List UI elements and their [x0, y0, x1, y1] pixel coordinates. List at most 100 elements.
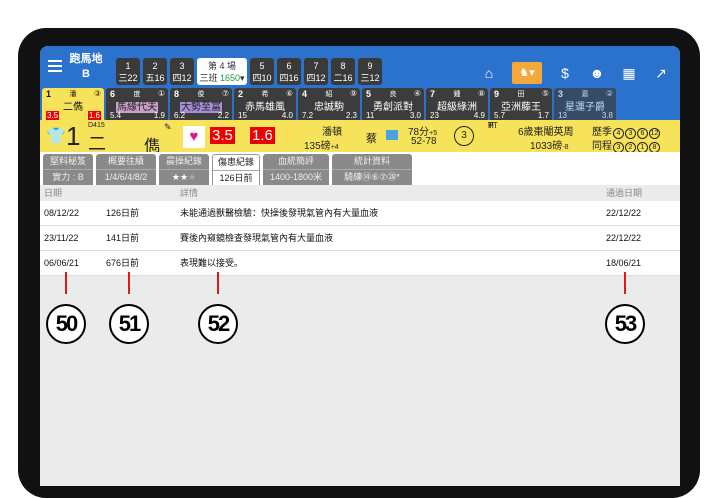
place-odds: 1.7: [537, 111, 549, 120]
detail: 表現難以接受。: [180, 258, 244, 268]
tab-title: 堅料秘笈: [43, 154, 93, 170]
jockey-name: 潘頓: [322, 127, 342, 138]
age-origin: 6歲棗閹英周: [518, 127, 574, 138]
tab-injury[interactable]: 傷患紀錄 126日前: [212, 154, 260, 185]
home-icon[interactable]: ⌂: [480, 65, 498, 81]
favorite-heart-icon[interactable]: ♥: [183, 126, 205, 148]
race-class: 四: [252, 73, 262, 83]
trainer-name: 蔡: [366, 133, 377, 145]
place-odds: 2.3: [345, 111, 357, 120]
race-button[interactable]: 6 四16: [277, 58, 301, 85]
horse-tab[interactable]: 6 度 ① 馬緣代夫 5.4 1.9: [106, 88, 168, 120]
race-dist: 16: [288, 73, 299, 83]
horse-name: 勇創派對: [373, 102, 413, 113]
horse-tab[interactable]: 7 鍾 ⑧ 超級綠洲 23 4.9: [426, 88, 488, 120]
horse-name: 超級綠洲: [437, 102, 477, 113]
race-button[interactable]: 7 四12: [304, 58, 328, 85]
race-class: 二: [333, 73, 343, 83]
race-no: 2: [152, 61, 158, 71]
header-date: 日期: [44, 188, 63, 198]
horse-code: D415: [88, 122, 105, 129]
edit-icon[interactable]: ✎: [164, 122, 172, 133]
horse-tab[interactable]: 2 希 ⑥ 赤馬雄風 15 4.0: [234, 88, 296, 120]
race-dist: 12: [181, 73, 192, 83]
annotation-marker: 53: [605, 304, 645, 344]
race-no: 6: [286, 61, 292, 71]
place-odds: 4.9: [473, 111, 485, 120]
horse-name: 赤馬雄風: [245, 102, 285, 113]
horse-number: 1: [66, 121, 81, 151]
race-button[interactable]: 9 三12: [358, 58, 382, 85]
race-class: 四: [279, 73, 289, 83]
tab-past-performance[interactable]: 概要往績 1/4/6/4/8/2: [96, 154, 156, 185]
race-class: 三班: [199, 73, 218, 83]
race-dist: 10: [261, 73, 272, 83]
pass-date: 22/12/22: [606, 208, 642, 218]
horse-tab[interactable]: 4 紹 ⑨ 忠誠駒 7.2 2.3: [298, 88, 360, 120]
race-button[interactable]: 5 四10: [250, 58, 274, 85]
race-button[interactable]: 1 三22: [116, 58, 140, 85]
date: 08/12/22: [44, 208, 80, 218]
race-button[interactable]: 2 五16: [143, 58, 167, 85]
tab-sub: 126日前: [219, 173, 253, 183]
detail-tabs: 堅料秘笈 實力 : B 概要往績 1/4/6/4/8/2 晨操紀錄 ★★★ 傷患紀錄 1…: [40, 152, 680, 185]
odds-icon[interactable]: $: [556, 65, 574, 81]
horse-tab[interactable]: 9 田 ⑤ 亞洲藤王 5.7 1.7: [490, 88, 552, 120]
jockey-icon[interactable]: ☻: [588, 65, 606, 81]
tab-sub: 騎練⑭⑥⑦㉘*: [344, 172, 400, 182]
annotation-line: [128, 272, 130, 294]
tab-title: 晨操紀錄: [159, 154, 209, 170]
draw: ⑤: [541, 89, 549, 98]
draw: ⑥: [285, 89, 293, 98]
table-row: 23/11/22 141日前 賽後內窺鏡檢查發現氣管內有大量血液 22/12/22: [40, 226, 680, 251]
horse-tab[interactable]: 5 良 ④ 勇創派對 11 3.0: [362, 88, 424, 120]
horse-info-bar: 👕 1 D415 二 儁 ✎ ♥ 3.5 1.6 潘頓 135磅+4 蔡 78分…: [40, 120, 680, 155]
race-dist: 16: [154, 73, 165, 83]
race-dist: 12: [315, 73, 326, 83]
tab-tips[interactable]: 堅料秘笈 實力 : B: [43, 154, 93, 185]
race-class: 四: [172, 73, 182, 83]
horse-tab[interactable]: 1 潘 ③ 二儁 3.5 1.6: [42, 88, 104, 120]
jockey-silks-icon: 👕: [46, 128, 66, 145]
horse-name: 忠誠駒: [314, 102, 344, 113]
chart-icon[interactable]: ↗: [652, 65, 670, 82]
race-class: 四: [306, 73, 316, 83]
race-class: 三: [360, 73, 370, 83]
tab-title: 概要往績: [96, 154, 156, 170]
horse-name: 馬緣代夫: [116, 102, 158, 113]
table-row: 08/12/22 126日前 未能通過獸醫檢驗：快操後發現氣管內有大量血液 22/12…: [40, 201, 680, 226]
tab-trackwork[interactable]: 晨操紀錄 ★★★: [159, 154, 209, 185]
win-odds[interactable]: 3.5: [210, 127, 235, 144]
horse-tab[interactable]: 8 俊 ⑦ 大勢至富 6.2 2.2: [170, 88, 232, 120]
table-header: 日期 詳情 通過日期: [40, 185, 680, 201]
top-bar: 跑馬地 B 1 三22 2 五16 3 四12 第 4 場三班 1650▾ 5 四10 6…: [40, 46, 680, 88]
win-odds: 11: [366, 111, 375, 120]
horse-icon[interactable]: ♞▾: [512, 62, 542, 84]
table-icon[interactable]: ▦: [620, 65, 638, 82]
race-no: 9: [367, 61, 373, 71]
race-dist: 16: [342, 73, 353, 83]
draw: ④: [413, 89, 421, 98]
place-odds: 3.0: [409, 111, 421, 120]
app-screen: 跑馬地 B 1 三22 2 五16 3 四12 第 4 場三班 1650▾ 5 四10 6…: [40, 46, 680, 486]
draw: ⑧: [477, 89, 485, 98]
tab-pedigree[interactable]: 血統簡評 1400-1800米: [263, 154, 329, 185]
menu-icon[interactable]: [48, 60, 62, 72]
place-odds: 1.6: [87, 111, 101, 120]
tab-title: 傷患紀錄: [213, 155, 259, 171]
tab-statistics[interactable]: 統計資料 騎練⑭⑥⑦㉘*: [332, 154, 412, 185]
horse-tab[interactable]: 3 嘉 ② 星運子爵 13 3.8: [554, 88, 616, 120]
race-button[interactable]: 8 二16: [331, 58, 355, 85]
race-dist: 22: [127, 73, 138, 83]
current-race-button[interactable]: 第 4 場三班 1650▾: [197, 58, 247, 85]
annotation-marker: 52: [198, 304, 238, 344]
race-dist: 1650: [219, 73, 241, 83]
win-odds: 5.4: [110, 111, 122, 120]
place-odds: 3.8: [601, 111, 613, 120]
place-odds: 1.9: [153, 111, 165, 120]
tab-sub: 1400-1800米: [269, 172, 323, 182]
race-no: 1: [125, 61, 131, 71]
venue-selector[interactable]: 跑馬地 B: [68, 52, 104, 82]
race-button[interactable]: 3 四12: [170, 58, 194, 85]
place-odds[interactable]: 1.6: [250, 127, 275, 144]
